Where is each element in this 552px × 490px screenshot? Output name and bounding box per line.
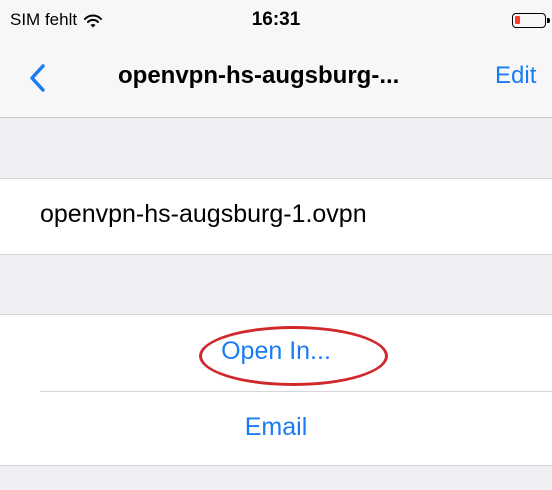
section-spacer-top: [0, 118, 552, 179]
battery-low-icon: [512, 13, 550, 28]
battery-nub: [547, 18, 550, 23]
email-button[interactable]: Email: [0, 413, 552, 442]
actions-group: Open In... Email: [0, 315, 552, 465]
section-spacer-middle: [0, 255, 552, 314]
file-row: openvpn-hs-augsburg-1.ovpn: [0, 179, 552, 254]
divider: [40, 391, 552, 392]
chevron-left-icon: [30, 64, 45, 92]
open-in-button[interactable]: Open In...: [0, 337, 552, 366]
edit-button[interactable]: Edit: [495, 62, 536, 90]
section-spacer-bottom: [0, 466, 552, 490]
back-button[interactable]: [20, 58, 56, 98]
clock: 16:31: [251, 9, 301, 30]
navigation-bar: openvpn-hs-augsburg-... Edit: [0, 40, 552, 118]
status-bar: SIM fehlt 16:31: [0, 0, 552, 40]
battery-level: [515, 16, 520, 24]
file-name: openvpn-hs-augsburg-1.ovpn: [40, 200, 367, 228]
page-title: openvpn-hs-augsburg-...: [118, 62, 400, 89]
